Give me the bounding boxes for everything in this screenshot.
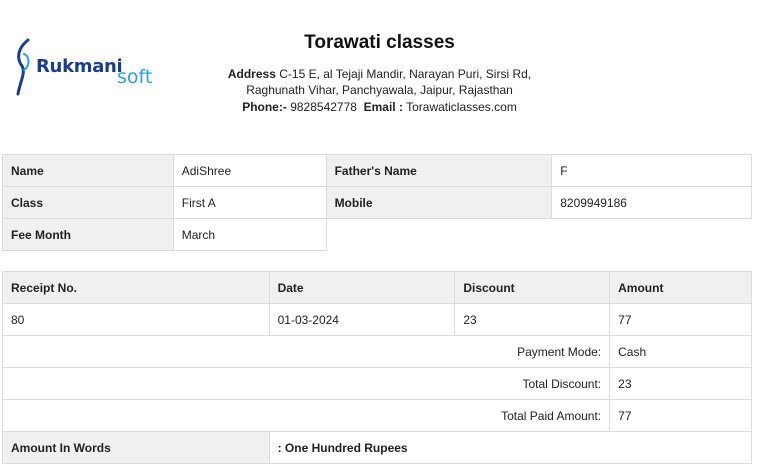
mobile-value: 8209949186	[551, 186, 752, 219]
email-label: Email :	[363, 100, 403, 114]
contact-line: Phone:- 9828542778 Email : Torawaticlass…	[0, 99, 759, 115]
amount-in-words-value: : One Hundred Rupees	[268, 431, 753, 464]
receipt-table: Receipt No. Date Discount Amount 80 01-0…	[1, 271, 753, 464]
table-row: Total Paid Amount: 77	[1, 399, 752, 432]
class-label: Class	[2, 186, 174, 219]
table-row: Name AdiShree Father's Name F	[2, 154, 752, 187]
father-name-label: Father's Name	[325, 154, 553, 187]
receipt-no-value: 80	[2, 303, 270, 336]
name-value: AdiShree	[172, 154, 327, 187]
phone-label: Phone:-	[242, 100, 287, 114]
date-header: Date	[268, 271, 456, 304]
email-value: Torawaticlasses.com	[406, 100, 517, 114]
amount-value: 77	[609, 303, 752, 336]
total-discount-value: 23	[609, 367, 752, 400]
mobile-label: Mobile	[325, 186, 553, 219]
discount-header: Discount	[454, 271, 611, 304]
amount-in-words-label: Amount In Words	[2, 431, 270, 464]
empty-cell	[326, 219, 552, 251]
name-label: Name	[2, 154, 174, 187]
table-header-row: Receipt No. Date Discount Amount	[2, 271, 752, 304]
phone-value: 9828542778	[290, 100, 357, 114]
table-row: Class First A Mobile 8209949186	[2, 186, 752, 219]
class-value: First A	[172, 186, 327, 219]
student-info-table: Name AdiShree Father's Name F Class Firs…	[2, 154, 752, 251]
total-paid-value: 77	[609, 399, 752, 432]
date-value: 01-03-2024	[268, 303, 456, 336]
address-text: C-15 E, al Tejaji Mandir, Narayan Puri, …	[279, 67, 532, 81]
payment-mode-label: Payment Mode:	[1, 335, 611, 368]
empty-cell	[552, 219, 752, 251]
total-discount-label: Total Discount:	[1, 367, 611, 400]
payment-mode-value: Cash	[609, 335, 752, 368]
table-row: Total Discount: 23	[1, 367, 752, 400]
fee-month-value: March	[172, 218, 327, 251]
table-row: 80 01-03-2024 23 77	[2, 303, 752, 336]
school-name: Torawati classes	[304, 32, 455, 53]
amount-header: Amount	[609, 271, 752, 304]
address-line-1: Address C-15 E, al Tejaji Mandir, Naraya…	[0, 66, 759, 82]
address-label: Address	[227, 67, 276, 81]
table-row: Fee Month March	[2, 218, 752, 251]
father-name-value: F	[551, 154, 752, 187]
receipt-header: Rukmani soft Torawati classes Address C-…	[0, 0, 759, 140]
receipt-no-header: Receipt No.	[2, 271, 270, 304]
address-line-2: Raghunath Vihar, Panchyawala, Jaipur, Ra…	[246, 83, 513, 97]
table-row: Payment Mode: Cash	[1, 335, 752, 368]
discount-value: 23	[454, 303, 611, 336]
total-paid-label: Total Paid Amount:	[1, 399, 611, 432]
table-row: Amount In Words : One Hundred Rupees	[2, 431, 753, 464]
fee-month-label: Fee Month	[2, 218, 174, 251]
